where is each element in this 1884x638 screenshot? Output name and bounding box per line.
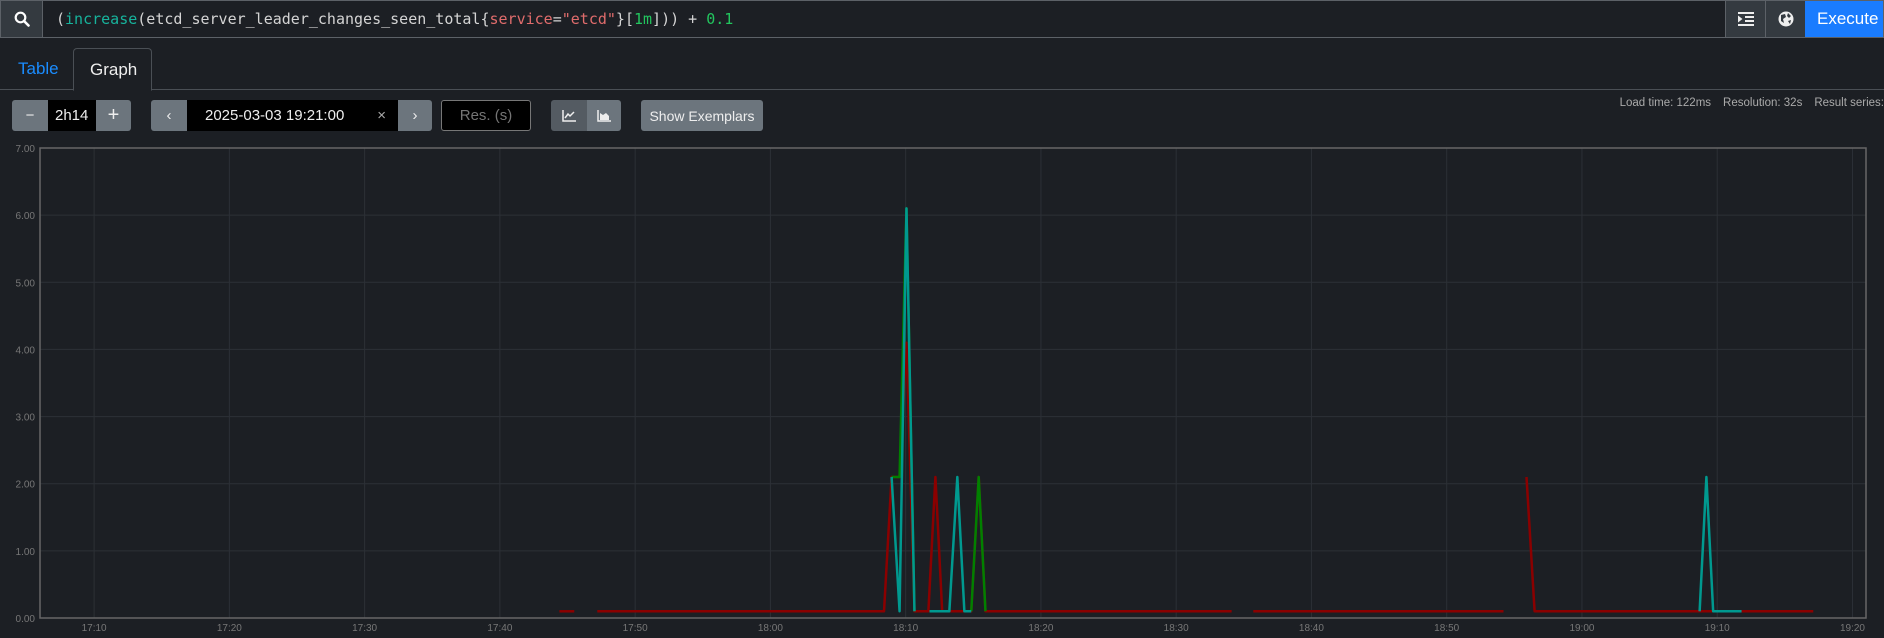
chevron-right-icon: › [412,107,418,124]
end-time-value: 2025-03-03 19:21:00 [205,107,345,124]
increase-range-button[interactable]: + [96,100,131,131]
resolution: Resolution: 32s [1723,97,1803,109]
q-label-value: "etcd" [561,10,616,28]
x-tick-label: 18:00 [758,623,783,633]
resolution-input[interactable] [441,100,531,131]
show-exemplars-button[interactable]: Show Exemplars [641,100,763,131]
end-time-input[interactable]: 2025-03-03 19:21:00 × [187,100,398,131]
previous-time-button[interactable]: ‹ [151,100,187,131]
q-range: 1m [633,10,653,28]
y-tick-label: 3.00 [16,413,36,424]
x-tick-label: 17:30 [352,623,377,633]
y-tick-label: 1.00 [16,547,36,558]
x-tick-label: 18:40 [1299,623,1324,633]
x-tick-label: 18:30 [1164,623,1189,633]
next-time-button[interactable]: › [398,100,432,131]
decrease-range-button[interactable]: − [12,100,48,131]
x-tick-label: 19:20 [1840,623,1865,633]
query-input[interactable]: (increase(etcd_server_leader_changes_see… [43,1,1725,37]
y-tick-label: 0.00 [16,614,36,625]
line-chart-button[interactable] [551,100,587,131]
globe-icon [1778,11,1793,27]
chevron-left-icon: ‹ [166,107,172,124]
y-tick-label: 2.00 [16,480,36,491]
x-tick-label: 19:00 [1569,623,1594,633]
format-indent-icon [1737,12,1754,26]
x-tick-label: 19:10 [1705,623,1730,633]
area-chart-icon [597,109,611,122]
x-tick-label: 17:40 [487,623,512,633]
query-bar: (increase(etcd_server_leader_changes_see… [0,0,1884,38]
x-tick-label: 18:20 [1028,623,1053,633]
q-tail: ])) + [652,10,707,28]
stacked-chart-button[interactable] [587,100,621,131]
search-icon [1,1,43,37]
execute-button[interactable]: Execute [1805,1,1883,37]
series-red-line [1525,476,1814,613]
y-tick-label: 7.00 [16,144,36,155]
line-chart[interactable]: 0.00 1.00 2.00 3.00 4.00 5.00 6.00 7.00 17:10 17:… [0,140,1884,634]
q-brace: }[ [615,10,634,28]
y-tick-label: 6.00 [16,211,36,222]
query-stats: Load time: 122ms Resolution: 32s Result … [1620,97,1884,109]
x-tick-label: 18:50 [1434,623,1459,633]
q-eq: = [552,10,562,28]
graph-panel: 0.00 1.00 2.00 3.00 4.00 5.00 6.00 7.00 17:10 17:… [0,140,1884,634]
line-chart-icon [562,109,576,122]
series-green-line [970,475,987,612]
format-query-button[interactable] [1725,1,1765,37]
tab-bar: Table Graph Load time: 122ms Resolution:… [0,48,1884,109]
q-label-key: service [489,10,553,28]
q-paren: ( [56,10,66,28]
result-series: Result series: [1814,97,1884,109]
range-input[interactable]: 2h14 [48,100,96,131]
series-teal-line [1698,475,1742,613]
x-tick-label: 17:50 [623,623,648,633]
tab-table[interactable]: Table [2,48,75,90]
q-metric: (etcd_server_leader_changes_seen_total{ [137,10,490,28]
y-tick-label: 5.00 [16,278,36,289]
q-function: increase [65,10,138,28]
metrics-explorer-button[interactable] [1765,1,1805,37]
load-time: Load time: 122ms [1619,97,1712,109]
x-tick-label: 18:10 [893,623,918,633]
clear-end-time-button[interactable]: × [377,100,386,131]
q-number: 0.1 [706,10,734,28]
y-tick-label: 4.00 [16,345,36,356]
x-tick-label: 17:20 [217,623,242,633]
x-tick-label: 17:10 [82,623,107,633]
tab-graph[interactable]: Graph [73,48,152,91]
